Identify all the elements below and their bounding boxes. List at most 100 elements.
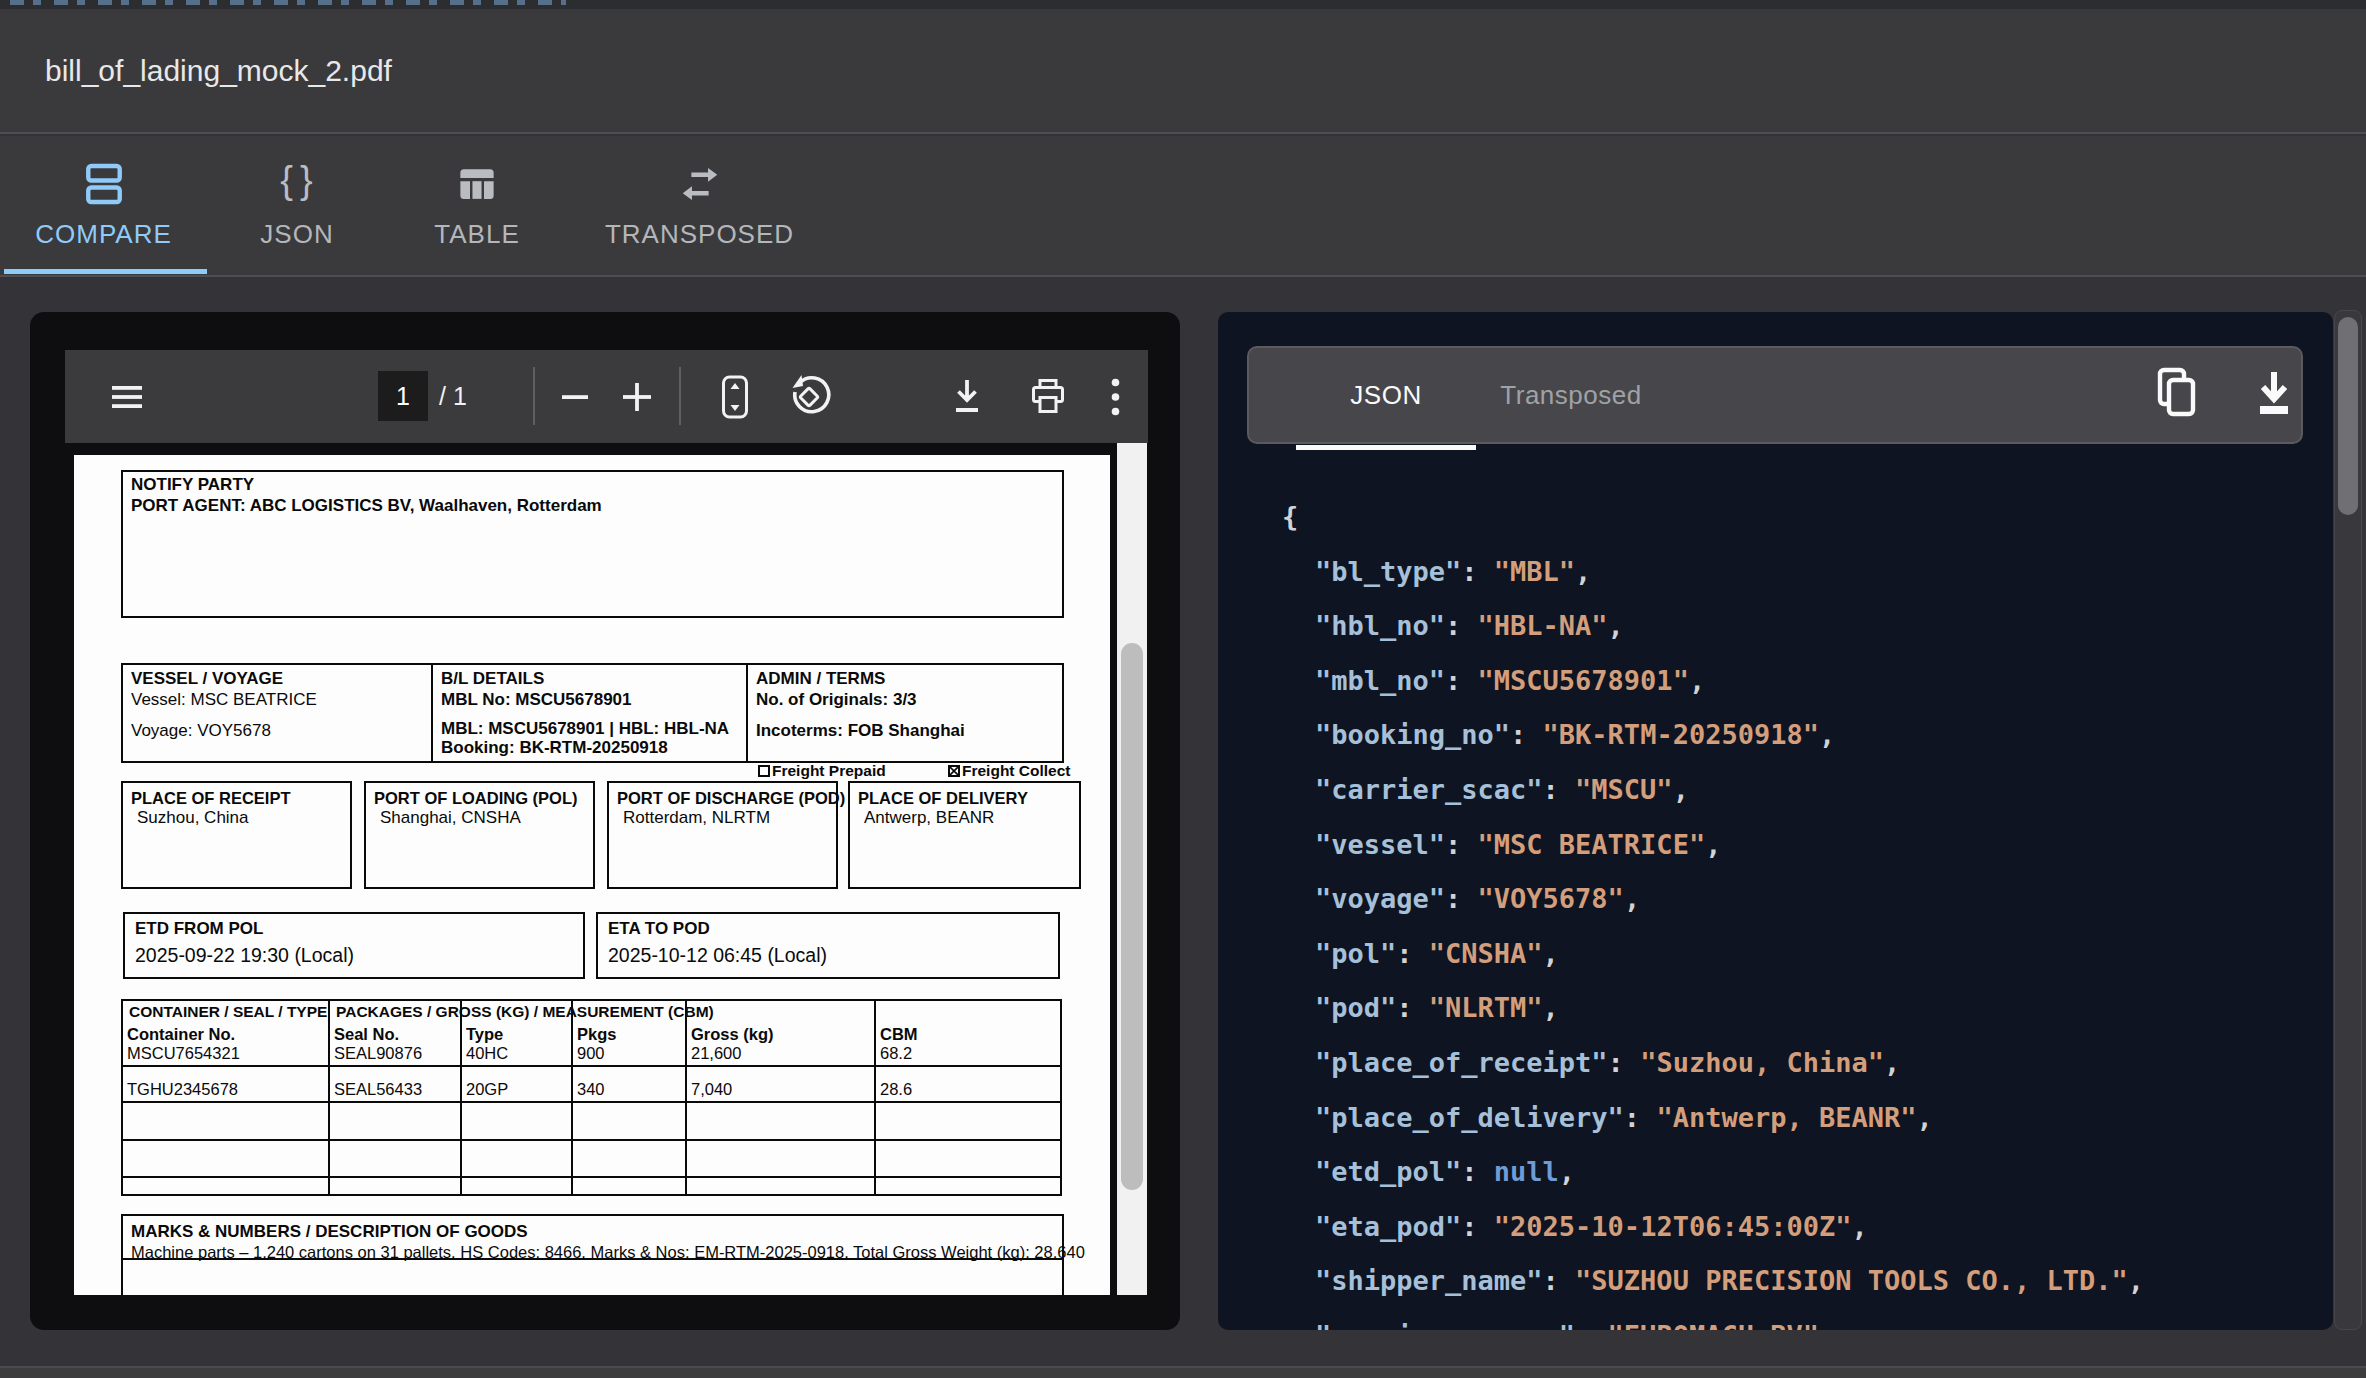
table-cell: SEAL90876 [334,1044,422,1063]
location-title: PLACE OF DELIVERY [858,789,1028,808]
table-col-header: CBM [880,1025,918,1044]
table-cell: 21,600 [691,1044,741,1063]
table-column-border [571,999,573,1196]
json-code-line: "consignee_name": "EUROMACH BV", [1315,1320,1835,1331]
json-code-line: "place_of_delivery": "Antwerp, BEANR", [1315,1101,1933,1132]
incoterms-line: Incoterms: FOB Shanghai [756,721,965,741]
table-col-header: Container No. [127,1025,235,1044]
location-title: PORT OF LOADING (POL) [374,789,578,808]
clipped-top-bar [0,0,2366,9]
table-col-header: Seal No. [334,1025,399,1044]
notify-party-box [121,470,1064,618]
pdf-scrollbar[interactable] [1117,443,1147,1295]
table-column-border [460,999,462,1196]
table-cell: MSCU7654321 [127,1044,240,1063]
mbl-line: MBL No: MSCU5678901 [441,690,632,710]
table-column-border [874,999,876,1196]
json-code-line: "etd_pol": null, [1315,1156,1575,1187]
json-code-line: "voyage": "VOY5678", [1315,883,1640,914]
freight-checkbox [948,765,960,777]
notify-party-title: NOTIFY PARTY [131,475,254,495]
pdf-toolbar: 1 / 1 [65,350,1148,443]
hamburger-menu-icon[interactable] [112,350,142,443]
toolbar-divider [533,367,535,425]
table-col-header: Pkgs [577,1025,616,1044]
table-cell: 7,040 [691,1080,732,1099]
json-code-line: "carrier_scac": "MSCU", [1315,774,1689,805]
json-code-line: "pod": "NLRTM", [1315,992,1559,1023]
transposed-arrows-icon [677,161,723,207]
json-code-line: { [1282,501,1298,532]
marks-title: MARKS & NUMBERS / DESCRIPTION OF GOODS [131,1222,528,1242]
print-icon[interactable] [1028,350,1068,443]
mbl-hbl-line: MBL: MSCU5678901 | HBL: HBL-NA [441,719,729,739]
json-code-line: "booking_no": "BK-RTM-20250918", [1315,719,1835,750]
tab-label: TRANSPOSED [605,219,794,250]
tab-label: COMPARE [35,219,172,250]
tab-json[interactable]: {}JSON [207,136,387,275]
bottom-strip [0,1366,2366,1378]
table-cell: 900 [577,1044,605,1063]
location-value: Antwerp, BEANR [864,808,994,828]
compare-icon [81,161,127,207]
vessel-line: Vessel: MSC BEATRICE [131,690,317,710]
tab-table[interactable]: TABLE [387,136,567,275]
json-code-line: "vessel": "MSC BEATRICE", [1315,828,1721,859]
window-scrollbar-thumb[interactable] [2338,317,2358,515]
freight-label: Freight Prepaid [772,762,886,780]
table-cell: 340 [577,1080,605,1099]
main-tabs: COMPARE {}JSONTABLE TRANSPOSED [0,136,2366,277]
location-value: Shanghai, CNSHA [380,808,521,828]
json-code-line: "mbl_no": "MSCU5678901", [1315,664,1705,695]
tab-compare[interactable]: COMPARE [0,136,207,275]
json-code-line: "shipper_name": "SUZHOU PRECISION TOOLS … [1315,1265,2144,1296]
table-row-border [121,1139,1062,1141]
toolbar-divider [679,367,681,425]
fit-to-page-icon[interactable] [719,350,751,443]
marks-underline [121,1258,1064,1260]
json-panel: JSON Transposed {"bl_type": "MBL","hbl_n… [1218,312,2333,1330]
location-value: Rotterdam, NLRTM [623,808,770,828]
page-number-input[interactable]: 1 [378,371,428,421]
json-code-line: "bl_type": "MBL", [1315,555,1591,586]
json-code-line: "pol": "CNSHA", [1315,937,1559,968]
table-column-border [685,999,687,1196]
zoom-out-icon[interactable] [562,350,588,443]
table-cell: 20GP [466,1080,508,1099]
schedule-title: ETA TO POD [608,919,710,939]
column-divider [431,663,433,763]
voyage-line: Voyage: VOY5678 [131,721,271,741]
active-tab-indicator [4,269,207,274]
json-code-line: "hbl_no": "HBL-NA", [1315,610,1624,641]
table-group-header: PACKAGES / GROSS (KG) / MEASUREMENT (CBM… [336,1003,714,1021]
json-code: { "bl_type": "MBL", "hbl_no": "HBL-NA", "mb… [1218,312,2333,1330]
window-scrollbar[interactable] [2334,310,2362,1330]
table-column-border [328,999,330,1196]
table-cell: SEAL56433 [334,1080,422,1099]
table-row-border [121,1065,1062,1067]
location-value: Suzhou, China [137,808,249,828]
booking-line: Booking: BK-RTM-20250918 [441,738,668,758]
pdf-scrollbar-thumb[interactable] [1121,643,1143,1190]
page-count-label: / 1 [439,350,467,443]
json-braces-icon: {} [277,161,316,207]
more-vertical-icon[interactable] [1111,350,1120,443]
pdf-page: NOTIFY PARTYPORT AGENT: ABC LOGISTICS BV… [74,455,1110,1295]
rotate-icon[interactable] [787,350,831,443]
table-col-header: Type [466,1025,503,1044]
location-title: PORT OF DISCHARGE (POD) [617,789,845,808]
table-group-header: CONTAINER / SEAL / TYPE [129,1003,327,1021]
app-window: bill_of_lading_mock_2.pdf COMPARE{}JSONT… [0,0,2366,1378]
table-row-border [121,1101,1062,1103]
table-cell: 40HC [466,1044,508,1063]
table-icon [456,161,498,207]
download-icon[interactable] [948,350,986,443]
admin-terms-title: ADMIN / TERMS [756,669,885,689]
zoom-in-icon[interactable] [623,350,651,443]
schedule-value: 2025-10-12 06:45 (Local) [608,944,827,967]
tab-transposed[interactable]: TRANSPOSED [567,136,832,275]
document-title: bill_of_lading_mock_2.pdf [45,54,392,88]
json-code-line: "eta_pod": "2025-10-12T06:45:00Z", [1315,1210,1868,1241]
bl-details-title: B/L DETAILS [441,669,544,689]
app-header: bill_of_lading_mock_2.pdf [0,9,2366,134]
